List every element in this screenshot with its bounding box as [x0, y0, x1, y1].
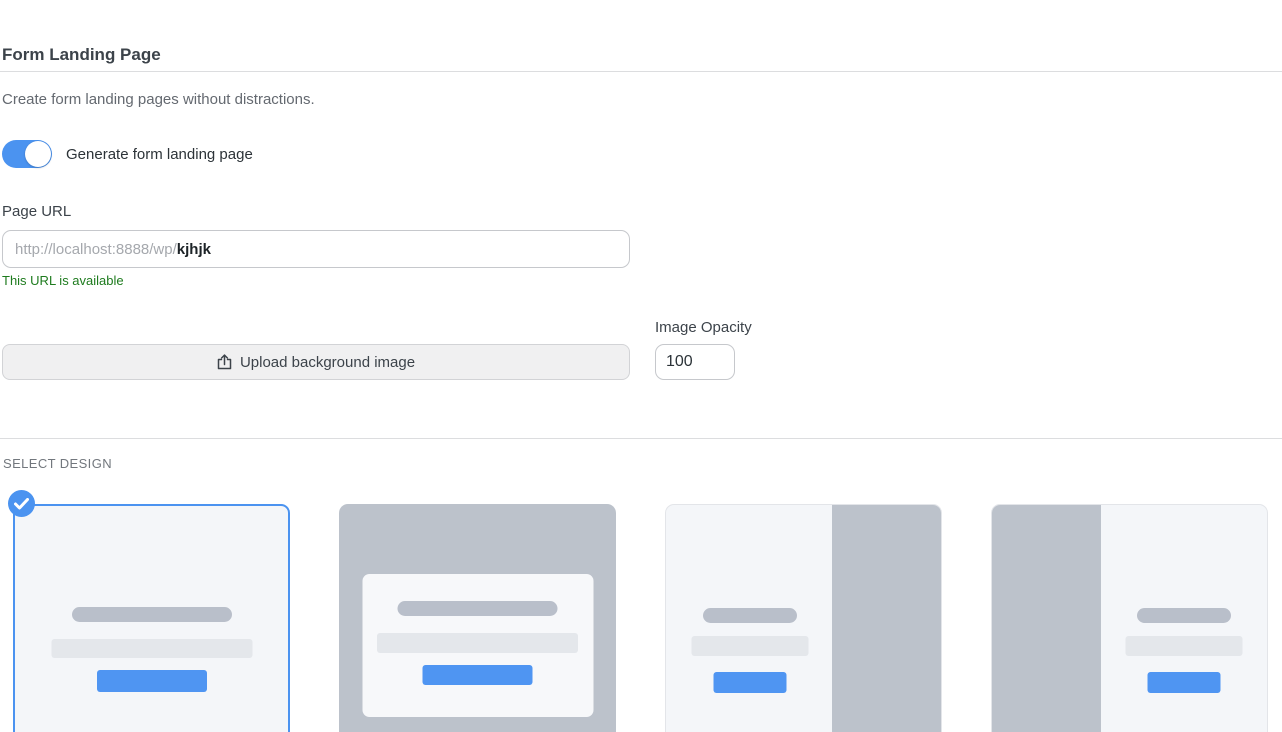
thumb-title-bar — [72, 607, 232, 622]
toggle-knob — [25, 141, 51, 167]
thumb-field-bar — [51, 639, 252, 658]
thumb-title-bar — [703, 608, 797, 623]
design-option-4[interactable] — [991, 504, 1268, 732]
thumb-form-area — [666, 505, 833, 732]
toggle-label: Generate form landing page — [66, 146, 253, 163]
thumb-form-card — [362, 574, 593, 717]
thumb-submit-button — [1148, 672, 1221, 693]
page-title: Form Landing Page — [0, 44, 1282, 72]
upload-background-image-button[interactable]: Upload background image — [2, 344, 630, 380]
background-image-row: Upload background image Image Opacity — [2, 319, 1282, 380]
upload-column: Upload background image — [2, 344, 630, 380]
thumb-media-panel — [832, 505, 941, 732]
design-options-row — [13, 504, 1282, 732]
page-url-input[interactable]: http://localhost:8888/wp/kjhjk — [2, 230, 630, 268]
select-design-label: SELECT DESIGN — [3, 456, 1282, 472]
page-url-prefix: http://localhost:8888/wp/ — [15, 241, 177, 258]
upload-button-label: Upload background image — [240, 354, 415, 371]
thumb-field-bar — [1126, 636, 1243, 656]
thumb-submit-button — [423, 665, 533, 685]
page-url-label: Page URL — [2, 203, 1282, 221]
thumb-title-bar — [398, 601, 558, 616]
page-url-value: kjhjk — [177, 241, 211, 258]
design-option-1[interactable] — [13, 504, 290, 732]
design-option-2[interactable] — [339, 504, 616, 732]
generate-landing-toggle[interactable] — [2, 140, 52, 168]
upload-icon — [217, 354, 232, 370]
thumb-submit-button — [97, 670, 207, 692]
thumb-form-area — [1101, 505, 1267, 732]
url-availability-status: This URL is available — [2, 273, 1282, 289]
image-opacity-input[interactable] — [655, 344, 735, 380]
generate-landing-toggle-row: Generate form landing page — [2, 140, 1282, 168]
thumb-submit-button — [713, 672, 786, 693]
thumb-field-bar — [377, 633, 578, 653]
section-divider — [0, 438, 1282, 439]
thumb-media-panel — [992, 505, 1101, 732]
design-option-3[interactable] — [665, 504, 942, 732]
opacity-column: Image Opacity — [655, 319, 752, 380]
page-subtitle: Create form landing pages without distra… — [2, 90, 1282, 110]
thumb-title-bar — [1137, 608, 1231, 623]
image-opacity-label: Image Opacity — [655, 319, 752, 337]
check-icon — [8, 490, 35, 517]
form-landing-page-settings: Form Landing Page Create form landing pa… — [0, 44, 1282, 732]
thumb-field-bar — [691, 636, 808, 656]
